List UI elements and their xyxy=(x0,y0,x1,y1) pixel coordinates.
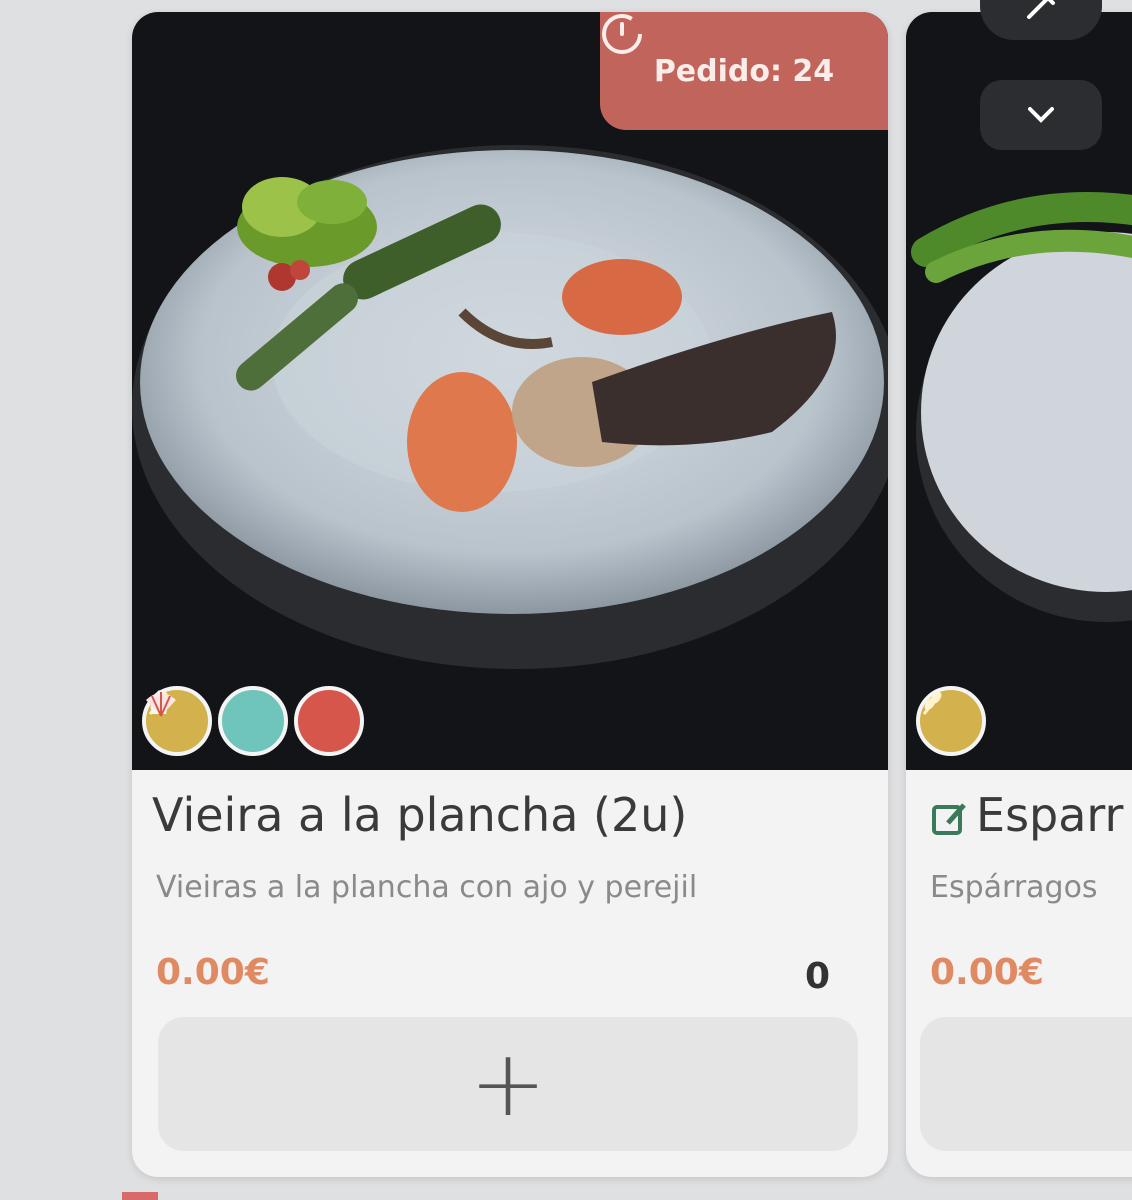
product-title: Esparr xyxy=(930,788,1123,842)
bottom-indicator xyxy=(122,1192,158,1200)
product-description: Espárragos xyxy=(930,870,1098,905)
collapse-button[interactable] xyxy=(980,80,1102,150)
product-quantity: 0 xyxy=(804,956,830,997)
gluten-icon xyxy=(916,686,986,756)
product-card[interactable]: Pedido: 24 Vieira a la plancha (2u) Viei… xyxy=(132,12,888,1177)
product-title: Vieira a la plancha (2u) xyxy=(152,788,688,842)
product-title-text: Esparr xyxy=(976,788,1124,842)
order-badge-label: Pedido: 24 xyxy=(653,53,835,89)
allergen-list xyxy=(916,686,986,756)
shellfish-icon xyxy=(146,686,364,756)
product-card[interactable]: Esparr Espárragos 0.00€ xyxy=(906,12,1132,1177)
order-badge: Pedido: 24 xyxy=(600,12,888,130)
product-photo: Pedido: 24 xyxy=(132,12,888,770)
timer-icon xyxy=(602,14,642,54)
allergen-list xyxy=(142,686,364,756)
add-to-order-button[interactable]: + xyxy=(158,1017,858,1151)
edit-button[interactable] xyxy=(980,0,1102,40)
mollusc-icon xyxy=(150,686,288,756)
add-to-order-button[interactable] xyxy=(920,1017,1132,1151)
pencil-icon xyxy=(1027,0,1055,19)
chevron-down-icon xyxy=(1028,107,1054,123)
product-price: 0.00€ xyxy=(156,952,270,993)
edit-icon[interactable] xyxy=(930,799,970,839)
product-description: Vieiras a la plancha con ajo y perejil xyxy=(156,870,698,905)
product-price: 0.00€ xyxy=(930,952,1044,993)
